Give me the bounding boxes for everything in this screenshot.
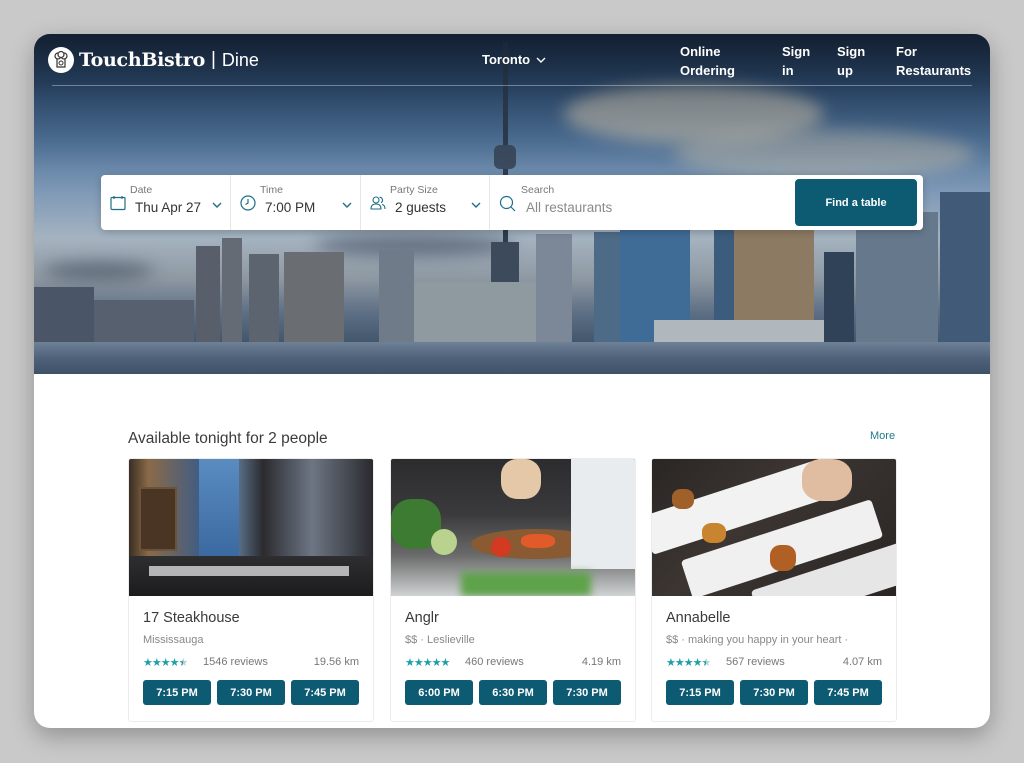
chevron-down-icon <box>342 202 352 208</box>
nav-link-text: Sign <box>837 44 866 59</box>
distance: 4.19 km <box>581 656 621 668</box>
clock-icon <box>240 195 256 211</box>
nav-link-text: For <box>896 44 917 59</box>
time-slot-button[interactable]: 6:00 PM <box>405 680 473 705</box>
chevron-down-icon <box>536 57 546 63</box>
restaurant-search-field[interactable]: Search All restaurants Find a table <box>490 175 923 230</box>
restaurant-name[interactable]: Anglr <box>405 610 439 626</box>
time-slot-button[interactable]: 7:45 PM <box>814 680 882 705</box>
time-slot-button[interactable]: 7:15 PM <box>666 680 734 705</box>
time-slots: 6:00 PM 6:30 PM 7:30 PM <box>405 680 621 705</box>
time-slot-button[interactable]: 6:30 PM <box>479 680 547 705</box>
restaurant-photo-chef-seasoning <box>391 459 635 596</box>
time-slot-button[interactable]: 7:45 PM <box>291 680 359 705</box>
nav-online-ordering[interactable]: Online Ordering <box>680 42 735 80</box>
time-label: Time <box>260 184 283 196</box>
restaurant-card[interactable]: Annabelle $$ · making you happy in your … <box>651 458 897 722</box>
find-a-table-button[interactable]: Find a table <box>795 179 917 226</box>
chevron-down-icon <box>212 202 222 208</box>
restaurant-location: $$ · Leslieville <box>405 634 475 646</box>
time-slot-button[interactable]: 7:30 PM <box>217 680 285 705</box>
restaurant-card[interactable]: 17 Steakhouse Mississauga ★★★★★ 1546 rev… <box>128 458 374 722</box>
brand-separator: | <box>210 49 216 70</box>
restaurant-card[interactable]: Anglr $$ · Leslieville ★★★★★ 460 reviews… <box>390 458 636 722</box>
nav-link-text: Ordering <box>680 63 735 78</box>
star-rating: ★★★★★ <box>405 657 450 669</box>
restaurant-name[interactable]: 17 Steakhouse <box>143 610 240 626</box>
time-slot-button[interactable]: 7:30 PM <box>553 680 621 705</box>
chevron-down-icon <box>471 202 481 208</box>
restaurant-location: Mississauga <box>143 634 204 646</box>
star-rating: ★★★★★ <box>143 657 188 669</box>
review-count: 460 reviews <box>465 656 524 668</box>
nav-link-text: up <box>837 63 853 78</box>
nav-sign-up[interactable]: Sign up <box>837 42 865 80</box>
nav-divider <box>52 85 972 86</box>
review-count: 1546 reviews <box>203 656 268 668</box>
reservation-search-bar: Date Thu Apr 27 Time 7:00 PM Party Size … <box>101 175 923 230</box>
distance: 4.07 km <box>842 656 882 668</box>
nav-link-text: Sign <box>782 44 811 59</box>
brand-name: TouchBistro <box>79 49 205 71</box>
restaurant-photo-dining-room <box>129 459 373 596</box>
party-size-value: 2 guests <box>395 200 447 215</box>
city-selector[interactable]: Toronto <box>482 52 546 67</box>
time-slot-button[interactable]: 7:30 PM <box>740 680 808 705</box>
restaurant-photo-plated-dishes <box>652 459 896 596</box>
touchbistro-logo[interactable]: TouchBistro | Dine <box>48 47 259 73</box>
nav-link-text: in <box>782 63 794 78</box>
calendar-icon <box>110 196 126 211</box>
chef-hat-icon <box>48 47 74 73</box>
star-rating: ★★★★★ <box>666 657 711 669</box>
time-slot-button[interactable]: 7:15 PM <box>143 680 211 705</box>
search-icon <box>499 195 516 212</box>
nav-link-text: Restaurants <box>896 63 972 78</box>
people-icon <box>370 196 386 210</box>
time-slots: 7:15 PM 7:30 PM 7:45 PM <box>143 680 359 705</box>
search-label: Search <box>521 184 555 196</box>
review-count: 567 reviews <box>726 656 785 668</box>
restaurant-name[interactable]: Annabelle <box>666 610 731 626</box>
time-picker[interactable]: Time 7:00 PM <box>231 175 361 230</box>
search-placeholder: All restaurants <box>526 200 613 215</box>
city-label: Toronto <box>482 52 531 67</box>
nav-for-restaurants[interactable]: For Restaurants <box>896 42 971 80</box>
date-picker[interactable]: Date Thu Apr 27 <box>101 175 231 230</box>
date-label: Date <box>130 184 153 196</box>
party-size-picker[interactable]: Party Size 2 guests <box>361 175 490 230</box>
nav-sign-in[interactable]: Sign in <box>782 42 810 80</box>
more-link[interactable]: More <box>870 430 895 442</box>
restaurant-location: $$ · making you happy in your heart · <box>666 634 849 646</box>
time-value: 7:00 PM <box>265 200 316 215</box>
top-nav: TouchBistro | Dine Toronto Online Orderi… <box>34 34 990 86</box>
section-title: Available tonight for 2 people <box>128 430 328 447</box>
product-name: Dine <box>221 49 259 70</box>
browser-window: TouchBistro | Dine Toronto Online Orderi… <box>34 34 990 728</box>
date-value: Thu Apr 27 <box>135 200 202 215</box>
time-slots: 7:15 PM 7:30 PM 7:45 PM <box>666 680 882 705</box>
nav-link-text: Online <box>680 44 721 59</box>
party-size-label: Party Size <box>390 184 438 196</box>
distance: 19.56 km <box>313 656 359 668</box>
